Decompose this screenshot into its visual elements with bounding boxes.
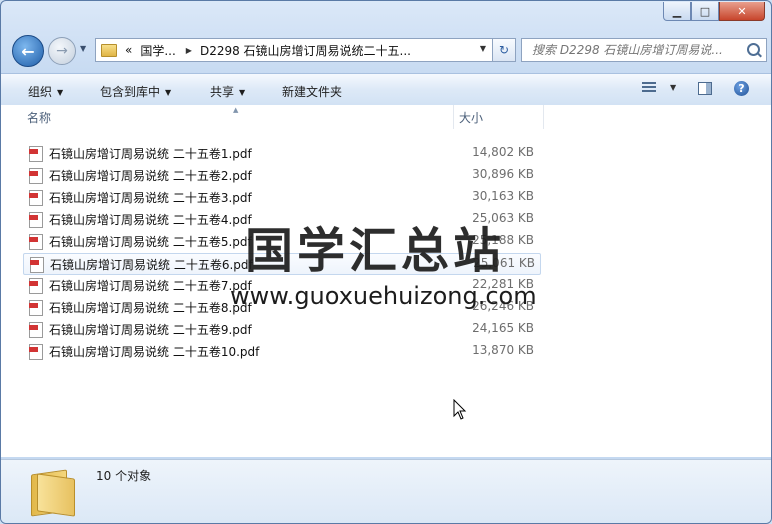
pdf-file-icon (29, 190, 43, 206)
chevron-down-icon: ▼ (165, 88, 172, 97)
file-name: 石镜山房增订周易说统 二十五卷6.pdf (50, 258, 253, 272)
share-label: 共享 (210, 85, 235, 99)
file-name: 石镜山房增订周易说统 二十五卷2.pdf (49, 169, 252, 183)
column-header-name[interactable]: 名称 (27, 105, 51, 129)
breadcrumb-item-parent[interactable]: 国学... (140, 42, 175, 59)
close-button[interactable]: ✕ (719, 2, 765, 21)
pdf-file-icon (30, 257, 44, 273)
watermark-url: www.guoxuehuizong.com (230, 282, 537, 310)
file-row[interactable]: 石镜山房增订周易说统 二十五卷1.pdf 14,802 KB (23, 143, 539, 163)
item-count: 10 个对象 (96, 469, 152, 483)
column-divider[interactable] (453, 105, 454, 129)
include-in-library-button[interactable]: 包含到库中 ▼ (100, 83, 171, 100)
file-size: 13,870 KB (472, 343, 534, 357)
file-row[interactable]: 石镜山房增订周易说统 二十五卷10.pdf 13,870 KB (23, 341, 539, 361)
search-icon[interactable] (747, 43, 760, 56)
minimize-button[interactable]: ▁ (663, 2, 691, 21)
chevron-down-icon: ▼ (239, 88, 246, 97)
watermark-title: 国学汇总站 (245, 223, 506, 279)
file-size: 14,802 KB (472, 145, 534, 159)
breadcrumb-chevron-icon[interactable]: ▶ (186, 46, 192, 55)
pdf-file-icon (29, 300, 43, 316)
explorer-window: ▁ □ ✕ ← → ▼ « 国学... ▶ D2298 石镜山房增订周易说统二十… (0, 0, 772, 524)
forward-button[interactable]: → (48, 37, 76, 65)
file-name: 石镜山房增订周易说统 二十五卷9.pdf (49, 323, 252, 337)
folder-icon (101, 43, 117, 57)
pdf-file-icon (29, 146, 43, 162)
chevron-down-icon: ▼ (57, 88, 64, 97)
file-name: 石镜山房增订周易说统 二十五卷7.pdf (49, 279, 252, 293)
pdf-file-icon (29, 212, 43, 228)
help-icon[interactable]: ? (734, 81, 749, 96)
file-name: 石镜山房增订周易说统 二十五卷8.pdf (49, 301, 252, 315)
folder-icon (31, 466, 75, 517)
search-input[interactable] (530, 42, 744, 58)
recent-pages-dropdown[interactable]: ▼ (80, 44, 86, 53)
search-box[interactable] (521, 38, 767, 62)
file-size: 24,165 KB (472, 321, 534, 335)
new-folder-button[interactable]: 新建文件夹 (282, 83, 342, 100)
file-size: 30,896 KB (472, 167, 534, 181)
details-pane: 10 个对象 (1, 459, 771, 523)
address-bar[interactable]: « 国学... ▶ D2298 石镜山房增订周易说统二十五... ▼ (95, 38, 493, 62)
preview-pane-icon[interactable] (698, 82, 712, 95)
navigation-bar: ← → ▼ « 国学... ▶ D2298 石镜山房增订周易说统二十五... ▼… (1, 31, 771, 71)
pdf-file-icon (29, 234, 43, 250)
chevron-down-icon: ▼ (670, 82, 677, 92)
pdf-file-icon (29, 344, 43, 360)
organize-label: 组织 (28, 85, 53, 99)
file-name: 石镜山房增订周易说统 二十五卷1.pdf (49, 147, 252, 161)
forward-arrow-icon: → (56, 43, 68, 59)
file-name: 石镜山房增订周易说统 二十五卷3.pdf (49, 191, 252, 205)
file-list: ▲ 名称 大小 石镜山房增订周易说统 二十五卷1.pdf 14,802 KB 石镜山… (1, 105, 771, 457)
refresh-button[interactable]: ↻ (492, 38, 516, 62)
share-button[interactable]: 共享 ▼ (210, 83, 245, 100)
address-dropdown-icon[interactable]: ▼ (480, 44, 486, 53)
file-name: 石镜山房增订周易说统 二十五卷10.pdf (49, 345, 260, 359)
breadcrumb-item-current[interactable]: D2298 石镜山房增订周易说统二十五... (200, 42, 411, 59)
pdf-file-icon (29, 168, 43, 184)
mouse-pointer-icon (453, 399, 467, 420)
refresh-icon: ↻ (498, 43, 510, 57)
change-view-button[interactable]: ▼ (642, 82, 676, 92)
pdf-file-icon (29, 278, 43, 294)
column-divider[interactable] (543, 105, 544, 129)
file-row[interactable]: 石镜山房增订周易说统 二十五卷2.pdf 30,896 KB (23, 165, 539, 185)
file-size: 30,163 KB (472, 189, 534, 203)
include-in-library-label: 包含到库中 (100, 85, 161, 99)
organize-button[interactable]: 组织 ▼ (28, 83, 63, 100)
file-name: 石镜山房增订周易说统 二十五卷5.pdf (49, 235, 252, 249)
file-name: 石镜山房增订周易说统 二十五卷4.pdf (49, 213, 252, 227)
details-view-icon (642, 82, 656, 92)
back-arrow-icon: ← (21, 41, 35, 61)
pdf-file-icon (29, 322, 43, 338)
command-bar: 组织 ▼ 包含到库中 ▼ 共享 ▼ 新建文件夹 ▼ ? (1, 73, 771, 106)
back-button[interactable]: ← (12, 35, 44, 67)
sort-ascending-icon: ▲ (233, 106, 239, 114)
file-row[interactable]: 石镜山房增订周易说统 二十五卷3.pdf 30,163 KB (23, 187, 539, 207)
maximize-button[interactable]: □ (691, 2, 719, 21)
breadcrumb-overflow[interactable]: « (125, 43, 132, 57)
caption-buttons: ▁ □ ✕ (663, 2, 765, 21)
column-header-size[interactable]: 大小 (459, 105, 483, 129)
file-row[interactable]: 石镜山房增订周易说统 二十五卷9.pdf 24,165 KB (23, 319, 539, 339)
